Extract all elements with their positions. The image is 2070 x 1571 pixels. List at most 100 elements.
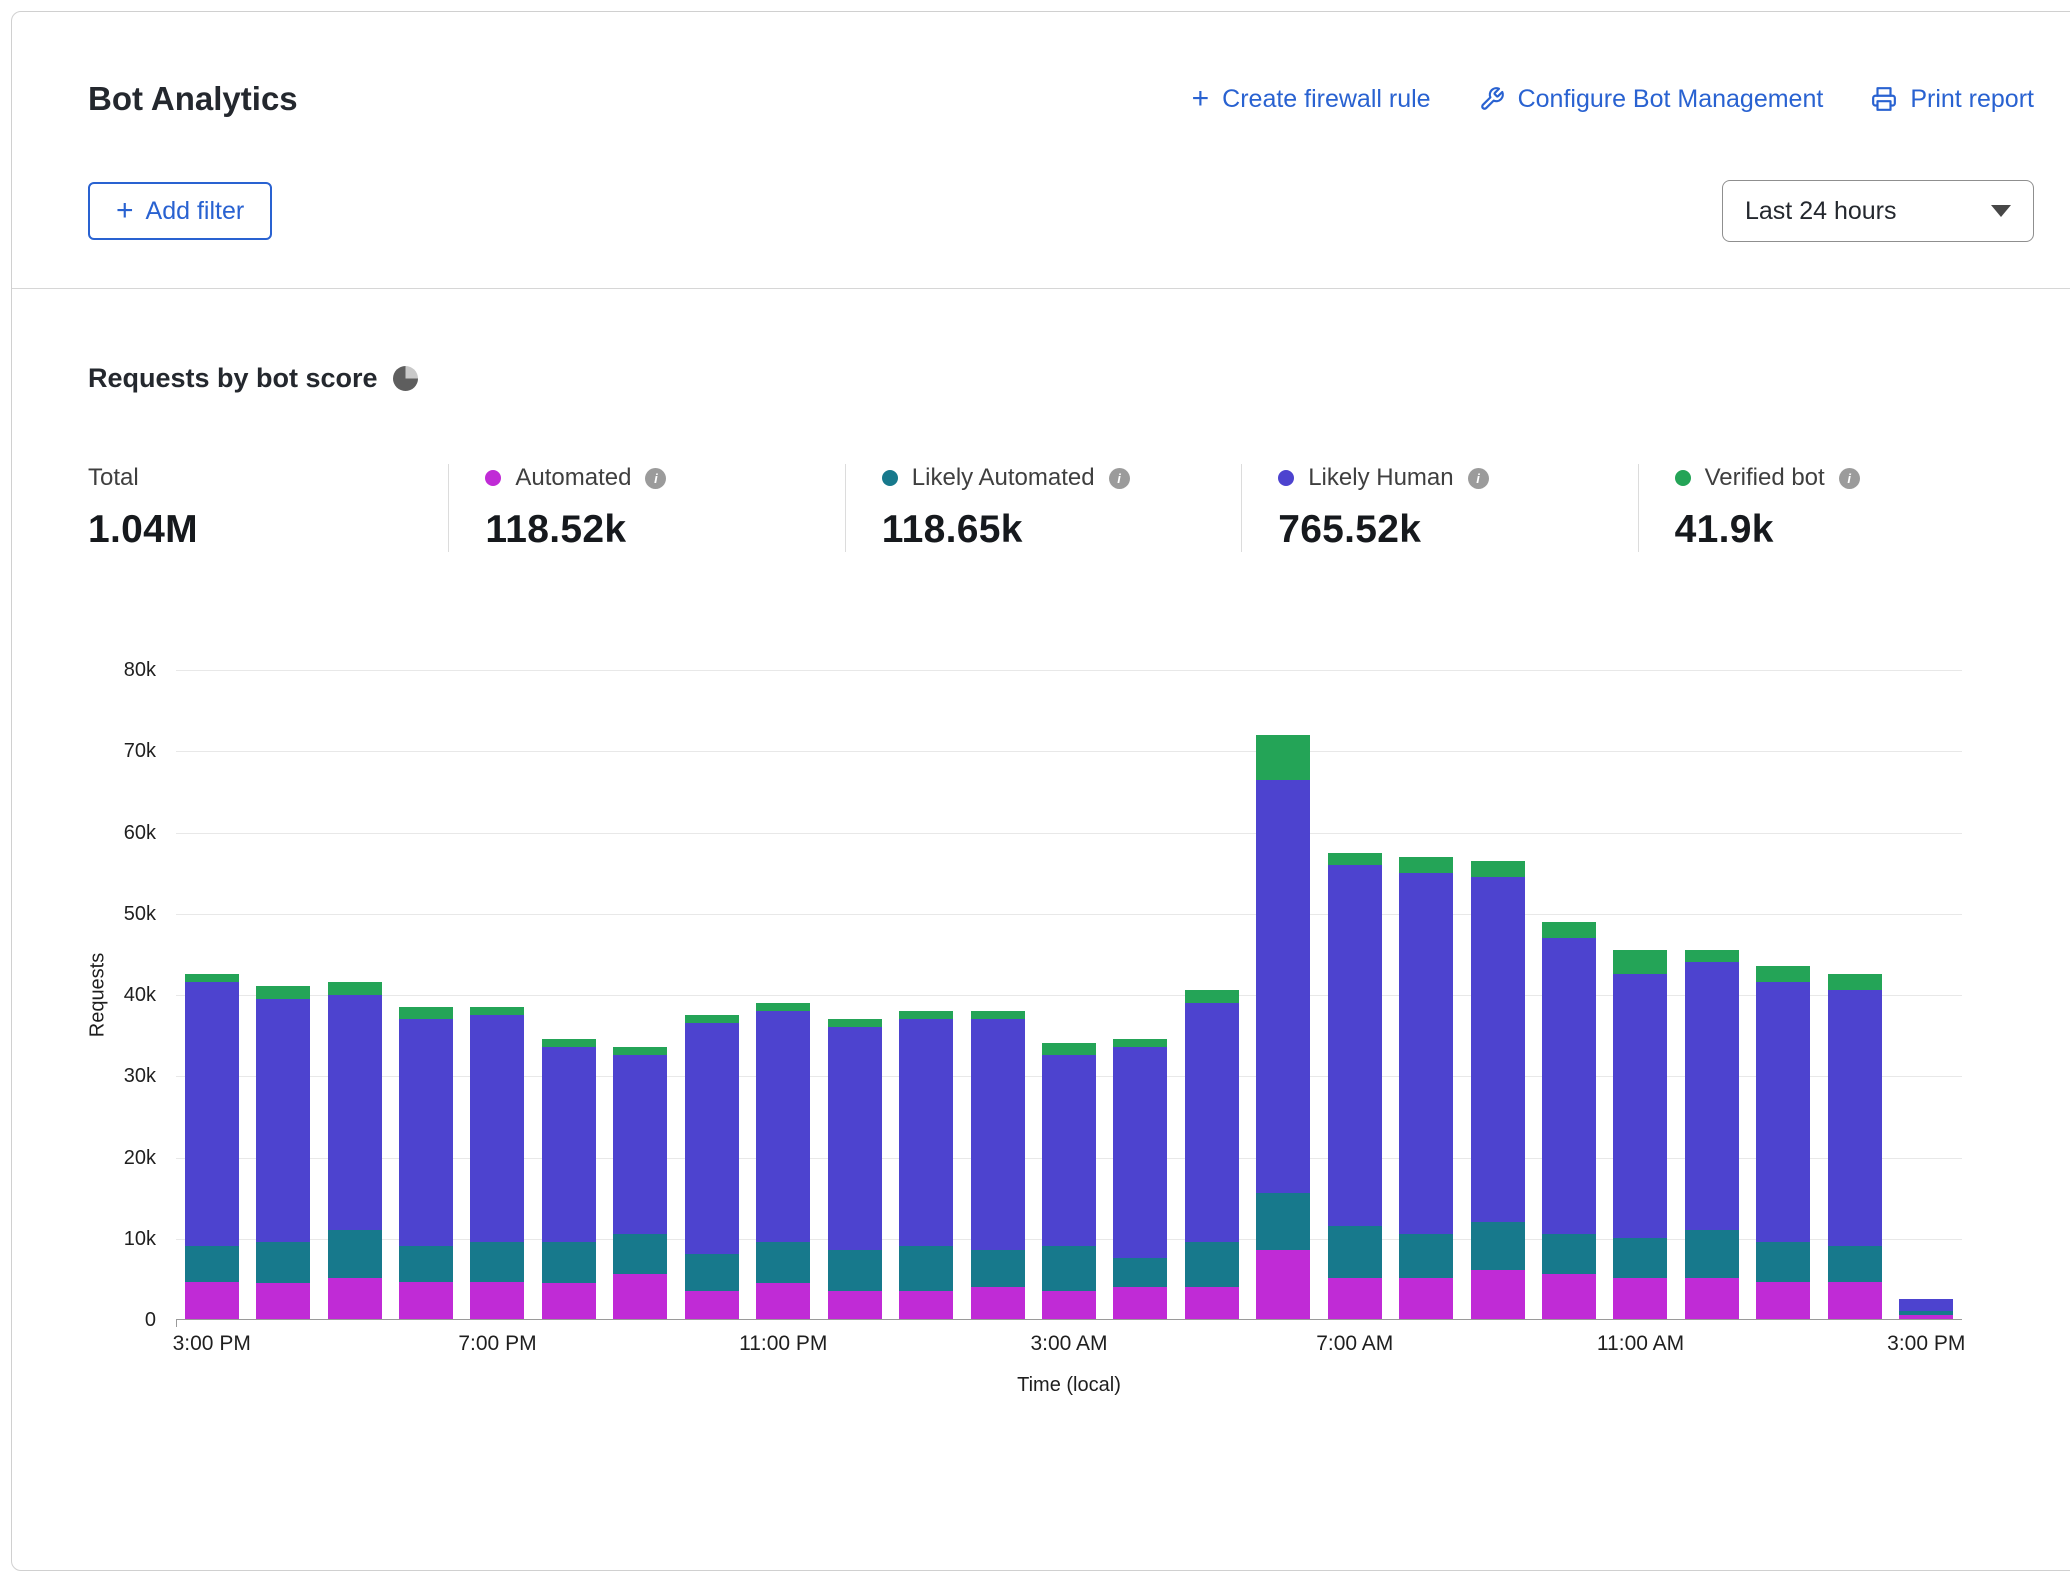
bar-1[interactable] (247, 670, 318, 1319)
bar-2[interactable] (319, 670, 390, 1319)
bar-segment-likely-automated (613, 1234, 667, 1275)
bar-segment-likely-human (1756, 982, 1810, 1242)
bar-segment-likely-automated (1113, 1258, 1167, 1286)
bar-8[interactable] (748, 670, 819, 1319)
stat-verified-bot-label: Verified bot (1705, 464, 1825, 492)
bar-20[interactable] (1605, 670, 1676, 1319)
bar-18[interactable] (1462, 670, 1533, 1319)
create-firewall-rule-link[interactable]: + Create firewall rule (1192, 84, 1431, 114)
bar-segment-likely-human (971, 1019, 1025, 1250)
printer-icon (1871, 86, 1897, 112)
bar-4[interactable] (462, 670, 533, 1319)
stacked-bar (470, 1007, 524, 1319)
bar-segment-automated (328, 1278, 382, 1319)
bar-14[interactable] (1176, 670, 1247, 1319)
stat-likely-automated: Likely Automated i 118.65k (845, 464, 1241, 552)
bar-21[interactable] (1676, 670, 1747, 1319)
bar-segment-likely-automated (1471, 1222, 1525, 1271)
bar-segment-likely-human (1685, 962, 1739, 1230)
bar-6[interactable] (605, 670, 676, 1319)
bar-17[interactable] (1390, 670, 1461, 1319)
stat-total: Total 1.04M (88, 464, 448, 552)
stat-likely-human-value: 765.52k (1278, 508, 1617, 552)
requests-by-bot-score-chart: Requests 010k20k30k40k50k60k70k80k 3:00 … (88, 670, 2034, 1420)
bar-segment-verified-bot (1113, 1039, 1167, 1047)
x-tick-label: 11:00 AM (1597, 1332, 1684, 1356)
bar-segment-automated (1471, 1270, 1525, 1319)
create-firewall-rule-label: Create firewall rule (1222, 85, 1430, 114)
bar-segment-likely-human (1613, 974, 1667, 1238)
bar-16[interactable] (1319, 670, 1390, 1319)
x-tick-label: 11:00 PM (739, 1332, 827, 1356)
info-icon[interactable]: i (1109, 468, 1130, 489)
bar-segment-automated (1899, 1315, 1953, 1319)
bar-segment-likely-human (613, 1055, 667, 1233)
stacked-bar (328, 982, 382, 1319)
stacked-bar (1685, 950, 1739, 1319)
bar-24[interactable] (1891, 670, 1962, 1319)
stat-total-value: 1.04M (88, 508, 428, 552)
bar-segment-likely-automated (685, 1254, 739, 1291)
bar-segment-likely-human (828, 1027, 882, 1250)
info-icon[interactable]: i (645, 468, 666, 489)
info-icon[interactable]: i (1839, 468, 1860, 489)
bar-segment-verified-bot (1756, 966, 1810, 982)
stacked-bar (1185, 990, 1239, 1319)
time-range-select[interactable]: Last 24 hours (1722, 180, 2034, 242)
add-filter-button[interactable]: + Add filter (88, 182, 272, 240)
bar-19[interactable] (1533, 670, 1604, 1319)
bar-segment-automated (1756, 1282, 1810, 1319)
bar-segment-automated (185, 1282, 239, 1319)
page-title: Bot Analytics (88, 80, 298, 118)
stacked-bar (899, 1011, 953, 1319)
bar-segment-automated (756, 1283, 810, 1320)
bar-3[interactable] (390, 670, 461, 1319)
bar-segment-likely-automated (399, 1246, 453, 1283)
bar-9[interactable] (819, 670, 890, 1319)
legend-dot-verified-bot (1675, 470, 1691, 486)
bar-10[interactable] (890, 670, 961, 1319)
bar-segment-likely-human (1899, 1299, 1953, 1311)
print-report-link[interactable]: Print report (1871, 85, 2034, 114)
bar-segment-verified-bot (470, 1007, 524, 1015)
bar-segment-automated (1185, 1287, 1239, 1319)
bar-segment-likely-automated (971, 1250, 1025, 1287)
bar-segment-likely-automated (828, 1250, 882, 1291)
bar-13[interactable] (1105, 670, 1176, 1319)
bar-22[interactable] (1748, 670, 1819, 1319)
stacked-bar (1399, 857, 1453, 1319)
bar-11[interactable] (962, 670, 1033, 1319)
stacked-bar (1899, 1299, 1953, 1319)
bar-5[interactable] (533, 670, 604, 1319)
bar-segment-likely-human (1256, 780, 1310, 1194)
bar-segment-verified-bot (1399, 857, 1453, 873)
bar-segment-verified-bot (399, 1007, 453, 1019)
bar-segment-likely-human (756, 1011, 810, 1242)
bar-segment-likely-automated (328, 1230, 382, 1279)
info-icon[interactable]: i (1468, 468, 1489, 489)
bar-0[interactable] (176, 670, 247, 1319)
bar-7[interactable] (676, 670, 747, 1319)
bar-segment-likely-automated (1399, 1234, 1453, 1279)
stacked-bar (1542, 922, 1596, 1320)
header-actions: + Create firewall rule Configure Bot Man… (1192, 84, 2034, 114)
add-filter-label: Add filter (146, 197, 245, 226)
stacked-bar (1828, 974, 1882, 1319)
bar-segment-automated (1328, 1278, 1382, 1319)
wrench-icon (1479, 86, 1505, 112)
bar-segment-verified-bot (1328, 853, 1382, 865)
configure-bot-management-link[interactable]: Configure Bot Management (1479, 85, 1824, 114)
bar-segment-automated (1256, 1250, 1310, 1319)
bar-15[interactable] (1248, 670, 1319, 1319)
bar-segment-likely-automated (542, 1242, 596, 1283)
bar-segment-likely-human (1185, 1003, 1239, 1242)
stat-automated: Automated i 118.52k (448, 464, 844, 552)
bar-12[interactable] (1033, 670, 1104, 1319)
stacked-bar (828, 1019, 882, 1319)
stacked-bar (1113, 1039, 1167, 1319)
stat-likely-human-label: Likely Human (1308, 464, 1453, 492)
stat-likely-human: Likely Human i 765.52k (1241, 464, 1637, 552)
stacked-bar (1256, 735, 1310, 1319)
bar-23[interactable] (1819, 670, 1890, 1319)
bar-segment-likely-automated (470, 1242, 524, 1283)
